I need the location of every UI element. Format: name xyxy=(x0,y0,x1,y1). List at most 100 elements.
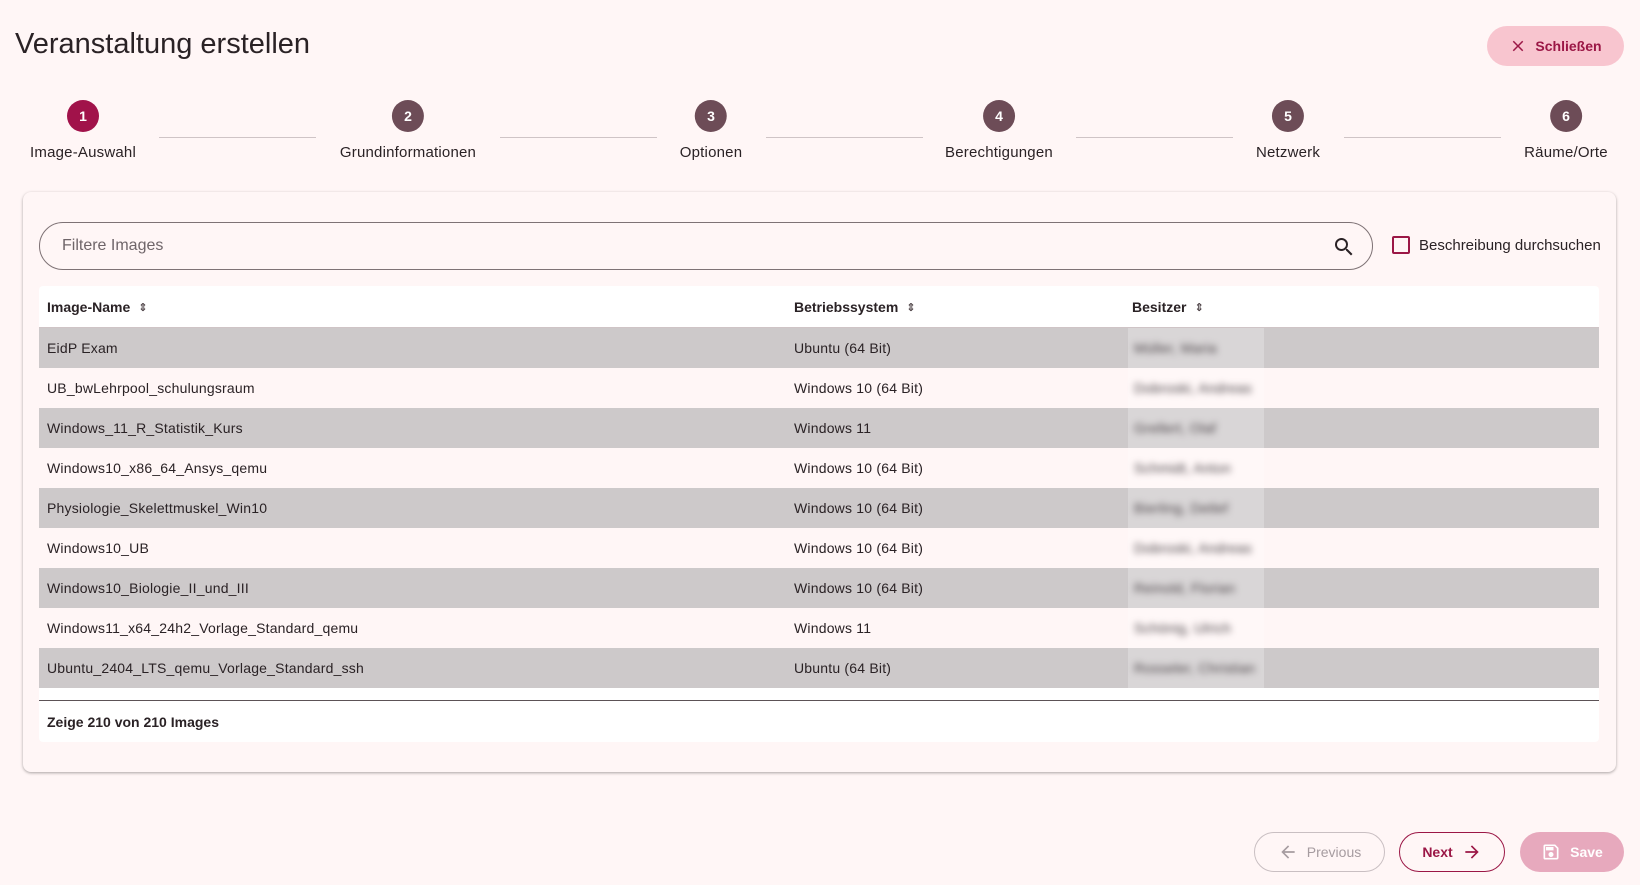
search-icon[interactable] xyxy=(1332,235,1356,259)
owner-name: Müller, Maria xyxy=(1134,340,1217,356)
column-header-label: Besitzer xyxy=(1132,299,1187,315)
image-table: Image-Name ⇕ Betriebssystem ⇕ Besitzer ⇕… xyxy=(39,286,1599,742)
os-cell: Windows 10 (64 Bit) xyxy=(794,500,924,516)
table-row[interactable]: Windows10_UB Windows 10 (64 Bit) Dobrosk… xyxy=(39,528,1599,568)
image-name-cell: Windows10_x86_64_Ansys_qemu xyxy=(47,460,268,476)
os-cell: Ubuntu (64 Bit) xyxy=(794,340,892,356)
owner-cell: Dobroski, Andreas xyxy=(1128,368,1264,408)
step-berechtigungen[interactable]: 4 Berechtigungen xyxy=(945,100,1053,161)
os-cell: Windows 11 xyxy=(794,620,872,636)
step-label: Image-Auswahl xyxy=(30,144,136,161)
column-header-label: Image-Name xyxy=(47,299,131,315)
next-button[interactable]: Next xyxy=(1399,832,1505,872)
arrow-right-icon xyxy=(1465,845,1479,859)
step-number: 6 xyxy=(1549,100,1582,132)
column-header-betriebssystem[interactable]: Betriebssystem ⇕ xyxy=(794,299,916,315)
table-row[interactable]: Windows11_x64_24h2_Vorlage_Standard_qemu… xyxy=(39,608,1599,648)
owner-cell: Reinold, Florian xyxy=(1128,568,1264,608)
column-header-label: Betriebssystem xyxy=(794,299,899,315)
arrow-left-icon xyxy=(1281,845,1295,859)
step-number: 3 xyxy=(694,100,727,132)
owner-cell: Schmidt, Anton xyxy=(1128,448,1264,488)
step-label: Grundinformationen xyxy=(339,144,477,161)
close-button-label: Schließen xyxy=(1535,38,1602,54)
previous-button-label: Previous xyxy=(1306,844,1362,860)
image-name-cell: EidP Exam xyxy=(47,340,118,356)
table-body: EidP Exam Ubuntu (64 Bit) Müller, Maria … xyxy=(39,328,1599,688)
owner-name: Dobroski, Andreas xyxy=(1134,380,1252,396)
search-description-label: Beschreibung durchsuchen xyxy=(1419,236,1601,254)
owner-cell: Schönig, Ulrich xyxy=(1128,608,1264,648)
owner-name: Dobroski, Andreas xyxy=(1134,540,1252,556)
table-row[interactable]: Windows10_Biologie_II_und_III Windows 10… xyxy=(39,568,1599,608)
table-footer: Zeige 210 von 210 Images xyxy=(39,700,1599,742)
sort-icon: ⇕ xyxy=(906,301,916,314)
owner-name: Grellert, Olaf xyxy=(1134,420,1217,436)
step-connector xyxy=(766,137,923,138)
save-button[interactable]: Save xyxy=(1520,832,1624,872)
table-row[interactable]: Physiologie_Skelettmuskel_Win10 Windows … xyxy=(39,488,1599,528)
page-title: Veranstaltung erstellen xyxy=(15,28,311,60)
sort-icon: ⇕ xyxy=(1194,301,1204,314)
image-name-cell: UB_bwLehrpool_schulungsraum xyxy=(47,380,255,396)
owner-cell: Rosseler, Christian xyxy=(1128,648,1264,688)
step-grundinformationen[interactable]: 2 Grundinformationen xyxy=(340,100,476,161)
step-number: 2 xyxy=(392,100,424,132)
previous-button[interactable]: Previous xyxy=(1254,832,1385,872)
table-row[interactable]: Windows10_x86_64_Ansys_qemu Windows 10 (… xyxy=(39,448,1599,488)
image-name-cell: Windows10_Biologie_II_und_III xyxy=(47,580,249,596)
step-connector xyxy=(1076,137,1233,138)
owner-cell: Grellert, Olaf xyxy=(1128,408,1264,448)
owner-cell: Bierling, Detlef xyxy=(1128,488,1264,528)
table-header: Image-Name ⇕ Betriebssystem ⇕ Besitzer ⇕ xyxy=(39,286,1599,328)
image-name-cell: Windows11_x64_24h2_Vorlage_Standard_qemu xyxy=(47,620,359,636)
image-name-cell: Windows_11_R_Statistik_Kurs xyxy=(47,420,243,436)
step-optionen[interactable]: 3 Optionen xyxy=(680,100,742,161)
save-button-label: Save xyxy=(1570,844,1603,860)
owner-name: Rosseler, Christian xyxy=(1134,660,1256,676)
step-label: Optionen xyxy=(679,144,743,161)
owner-cell: Müller, Maria xyxy=(1128,328,1264,368)
owner-cell: Dobroski, Andreas xyxy=(1128,528,1264,568)
close-button[interactable]: Schließen xyxy=(1487,26,1624,66)
search-description-option[interactable]: Beschreibung durchsuchen xyxy=(1392,236,1601,254)
table-row[interactable]: Ubuntu_2404_LTS_qemu_Vorlage_Standard_ss… xyxy=(39,648,1599,688)
image-count-label: Zeige 210 von 210 Images xyxy=(47,714,219,730)
owner-name: Schmidt, Anton xyxy=(1134,460,1231,476)
step-number: 1 xyxy=(66,100,99,132)
owner-name: Schönig, Ulrich xyxy=(1134,620,1232,636)
save-icon xyxy=(1543,844,1559,860)
image-name-cell: Physiologie_Skelettmuskel_Win10 xyxy=(47,500,268,516)
os-cell: Windows 10 (64 Bit) xyxy=(794,380,924,396)
step-label: Netzwerk xyxy=(1255,144,1321,161)
step-connector xyxy=(500,137,657,138)
owner-name: Bierling, Detlef xyxy=(1134,500,1229,516)
column-header-besitzer[interactable]: Besitzer ⇕ xyxy=(1132,299,1204,315)
step-number: 4 xyxy=(982,100,1015,132)
step-label: Räume/Orte xyxy=(1524,144,1608,161)
os-cell: Windows 11 xyxy=(794,420,872,436)
os-cell: Windows 10 (64 Bit) xyxy=(794,580,924,596)
step-connector xyxy=(159,137,316,138)
table-row[interactable]: UB_bwLehrpool_schulungsraum Windows 10 (… xyxy=(39,368,1599,408)
table-row[interactable]: Windows_11_R_Statistik_Kurs Windows 11 G… xyxy=(39,408,1599,448)
image-name-cell: Windows10_UB xyxy=(47,540,149,556)
stepper: 1 Image-Auswahl 2 Grundinformationen 3 O… xyxy=(0,100,1640,170)
image-selection-card: Beschreibung durchsuchen Image-Name ⇕ Be… xyxy=(23,192,1616,772)
step-label: Berechtigungen xyxy=(945,144,1053,161)
image-filter-field xyxy=(39,222,1373,270)
table-row[interactable]: EidP Exam Ubuntu (64 Bit) Müller, Maria xyxy=(39,328,1599,368)
os-cell: Windows 10 (64 Bit) xyxy=(794,460,924,476)
step-netzwerk[interactable]: 5 Netzwerk xyxy=(1256,100,1320,161)
os-cell: Windows 10 (64 Bit) xyxy=(794,540,924,556)
image-filter-input[interactable] xyxy=(62,223,1292,269)
step-image-auswahl[interactable]: 1 Image-Auswahl xyxy=(30,100,136,161)
close-icon xyxy=(1513,40,1524,52)
step-raeume-orte[interactable]: 6 Räume/Orte xyxy=(1524,100,1608,161)
sort-icon: ⇕ xyxy=(138,301,148,314)
next-button-label: Next xyxy=(1422,844,1453,860)
search-description-checkbox[interactable] xyxy=(1392,236,1410,254)
column-header-image-name[interactable]: Image-Name ⇕ xyxy=(47,299,147,315)
image-name-cell: Ubuntu_2404_LTS_qemu_Vorlage_Standard_ss… xyxy=(47,660,364,676)
os-cell: Ubuntu (64 Bit) xyxy=(794,660,892,676)
